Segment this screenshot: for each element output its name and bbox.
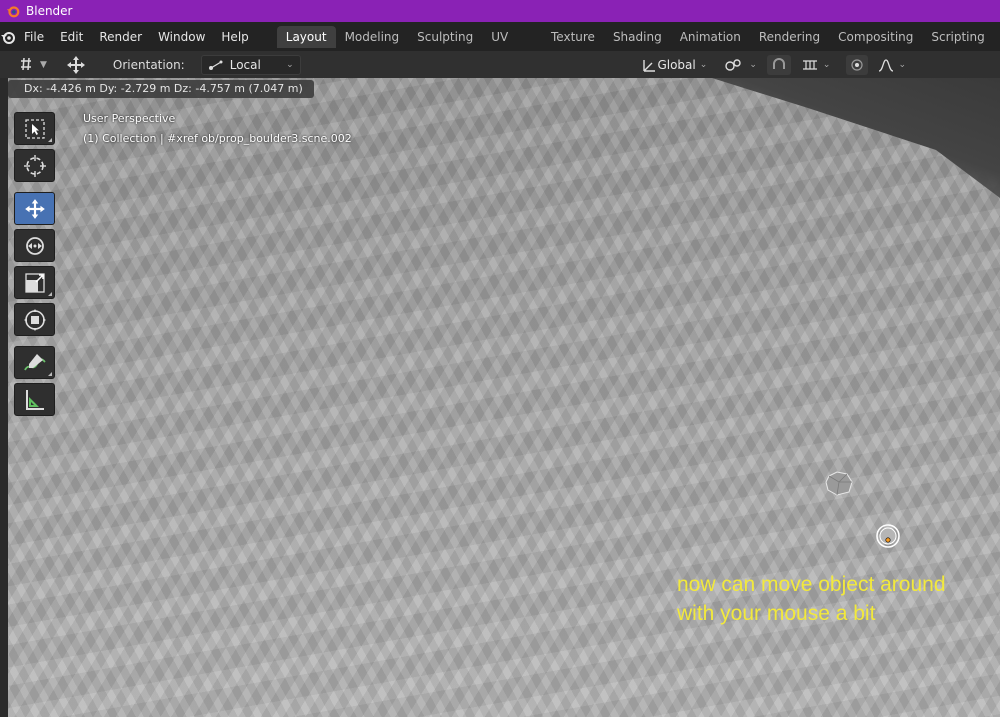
transform-orientation-dropdown[interactable]: Global ⌄ [635, 55, 713, 75]
rotate-tool[interactable] [14, 229, 55, 262]
background-grid [712, 78, 1000, 198]
move-icon [66, 55, 85, 74]
tab-layout[interactable]: Layout [276, 25, 336, 48]
annotate-icon [23, 353, 46, 370]
menu-file[interactable]: File [16, 26, 52, 48]
pivot-point-button[interactable]: ⌄ [719, 55, 761, 75]
proportional-edit-toggle[interactable] [846, 54, 869, 75]
tab-shading[interactable]: Shading [604, 26, 671, 48]
annotate-tool[interactable] [14, 346, 55, 379]
chevron-down-icon: ▼ [40, 59, 47, 70]
cursor-tool[interactable] [14, 149, 55, 182]
menu-help[interactable]: Help [213, 26, 256, 48]
menu-window[interactable]: Window [150, 26, 213, 48]
menu-render[interactable]: Render [91, 26, 150, 48]
falloff-button[interactable]: ⌄ [874, 55, 910, 75]
tab-animation[interactable]: Animation [671, 26, 750, 48]
tab-rendering[interactable]: Rendering [750, 26, 829, 48]
proportional-edit-icon [851, 58, 864, 71]
orientation-dropdown[interactable]: Local ⌄ [200, 54, 301, 75]
tool-shelf [14, 112, 55, 420]
title-bar: Blender [0, 0, 1000, 22]
select-box-tool[interactable] [14, 112, 55, 145]
3d-viewport[interactable]: Dx: -4.426 m Dy: -2.729 m Dz: -4.757 m (… [0, 78, 1000, 717]
chevron-down-icon: ⌄ [286, 59, 294, 70]
transform-readout: Dx: -4.426 m Dy: -2.729 m Dz: -4.757 m (… [8, 80, 314, 98]
transform-icon [23, 308, 46, 331]
measure-tool[interactable] [14, 383, 55, 416]
move-icon [24, 198, 45, 219]
tab-sculpting[interactable]: Sculpting [408, 26, 482, 48]
header-right-tools: Global ⌄ ⌄ ⌄ ⌄ [635, 51, 910, 78]
scale-tool[interactable] [14, 266, 55, 299]
add-workspace-button[interactable]: + [994, 26, 1000, 48]
transform-tool[interactable] [14, 303, 55, 336]
tool-options-indicator [48, 138, 52, 142]
transform-orientation-icon [21, 57, 31, 70]
snap-increment-icon [802, 59, 817, 70]
move-tool[interactable] [14, 192, 55, 225]
rotate-icon [25, 236, 44, 255]
blender-logo-icon [6, 6, 20, 18]
chevron-down-icon: ⌄ [699, 59, 708, 70]
view-perspective-label: User Perspective [83, 112, 176, 125]
snap-icon [772, 57, 785, 69]
snap-toggle[interactable] [766, 54, 791, 75]
chevron-down-icon: ⌄ [898, 59, 906, 70]
window-title: Blender [26, 4, 73, 18]
axis-icon [643, 59, 656, 72]
tab-scripting[interactable]: Scripting [922, 26, 993, 48]
pivot-icon [725, 58, 742, 71]
active-collection-label: (1) Collection | #xref ob/prop_boulder3.… [83, 132, 352, 145]
tool-options-indicator [48, 372, 52, 376]
select-box-icon [24, 118, 45, 139]
tab-uv-editing[interactable]: UV Editing [482, 26, 542, 66]
tab-texture-paint[interactable]: Texture Paint [542, 26, 604, 66]
chevron-down-icon: ⌄ [749, 59, 757, 70]
tutorial-annotation: now can move object around with your mou… [677, 570, 946, 628]
orientation-local-icon [208, 60, 223, 70]
falloff-curve-icon [879, 58, 894, 72]
tab-compositing[interactable]: Compositing [829, 26, 922, 48]
tool-options-indicator [48, 292, 52, 296]
measure-icon [25, 389, 44, 410]
workspace-tabs: Layout Modeling Sculpting UV Editing Tex… [276, 22, 1000, 66]
selected-object-origin[interactable] [874, 522, 902, 550]
snap-target-button[interactable]: ⌄ [797, 55, 835, 75]
tool-header: ▼ Orientation: Local ⌄ Global ⌄ ⌄ ⌄ ⌄ [0, 51, 1000, 78]
menu-edit[interactable]: Edit [52, 26, 91, 48]
pivot-value: Global [657, 57, 696, 72]
chevron-down-icon: ⌄ [822, 59, 831, 70]
annotation-line-1: now can move object around [677, 573, 946, 596]
top-menu-bar: File Edit Render Window Help Layout Mode… [0, 22, 1000, 66]
boulder-object[interactable] [825, 470, 853, 496]
cursor-icon [23, 154, 46, 177]
tab-modeling[interactable]: Modeling [336, 26, 409, 48]
scale-icon [24, 272, 45, 293]
drag-tool-button[interactable] [61, 55, 91, 75]
transform-pivot-button[interactable]: ▼ [14, 55, 51, 75]
blender-logo-icon [1, 31, 15, 44]
blender-menu-button[interactable] [0, 22, 16, 51]
orientation-value: Local [229, 57, 261, 72]
viewport-left-edge [0, 78, 8, 717]
annotation-line-2: with your mouse a bit [677, 602, 876, 625]
orientation-label: Orientation: [112, 57, 185, 72]
